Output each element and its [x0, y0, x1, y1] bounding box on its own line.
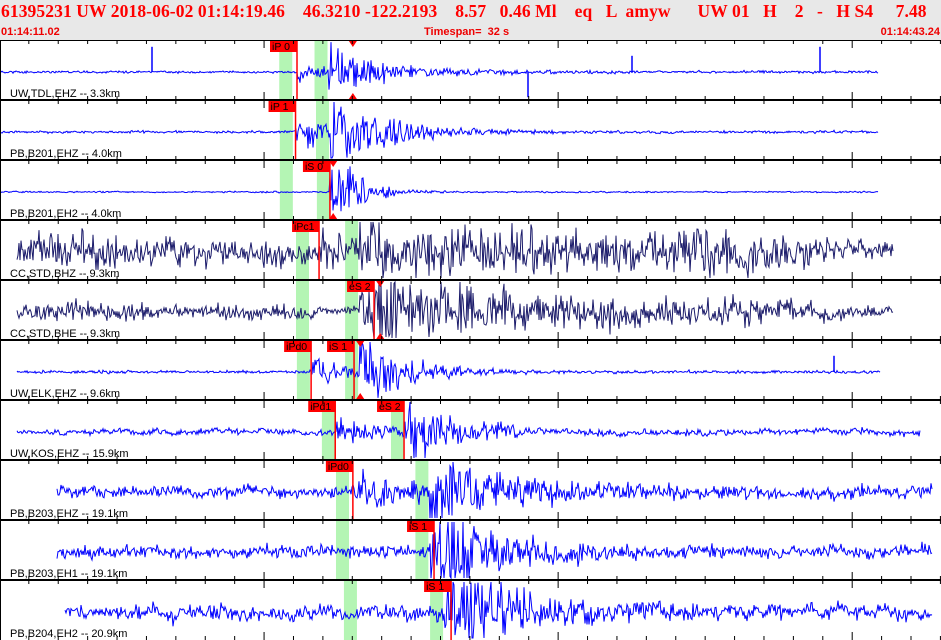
- pick-label: iPd0: [328, 461, 349, 473]
- channel-label: PB,B201,EHZ -- 4.0km: [10, 148, 122, 160]
- channel-label: CC,STD,BHZ -- 9.3km: [10, 268, 119, 280]
- timespan-readout: Timespan= 32 s: [424, 26, 510, 38]
- channel-label: PB,B204,EH2 -- 20.9km: [10, 628, 127, 640]
- phase-window: [343, 581, 357, 640]
- pick-label: iS 0: [305, 161, 323, 173]
- end-time: 01:14:43.24: [880, 26, 940, 38]
- channel-label: PB,B201,EH2 -- 4.0km: [10, 208, 121, 220]
- waveform-trace: [64, 581, 933, 639]
- event-header: 61395231 UW 2018-06-02 01:14:19.46 46.32…: [0, 0, 941, 40]
- pick-label: iPd0: [286, 341, 307, 353]
- waveform-trace: [16, 341, 881, 398]
- waveform-trace: [16, 221, 894, 279]
- channel-row[interactable]: eS 2CC,STD,BHE -- 9.3km: [0, 279, 941, 340]
- pick-label: iS 1: [426, 581, 444, 593]
- phase-window: [279, 161, 293, 220]
- waveform-trace: [0, 101, 879, 159]
- channel-row[interactable]: iPd0 PB,B203,EHZ -- 19.1km: [0, 459, 941, 520]
- channel-row[interactable]: iS 1 PB,B204,EH2 -- 20.9km: [0, 579, 941, 640]
- channel-row[interactable]: iS 1 PB,B203,EH1 -- 19.1km: [0, 519, 941, 580]
- pick-label: iP 1: [271, 101, 289, 113]
- channel-row[interactable]: iPc1 CC,STD,BHZ -- 9.3km: [0, 219, 941, 280]
- theoretical-arrival-up-marker-icon: [348, 93, 357, 99]
- waveform-trace: [0, 166, 879, 212]
- pick-label: iP 0: [272, 41, 290, 53]
- channel-label: UW,TDL,EHZ -- 3.3km: [10, 88, 120, 100]
- phase-window: [296, 281, 310, 340]
- waveform-trace: [56, 521, 933, 580]
- channel-row[interactable]: iPd0 iS 1 UW,ELK,EHZ -- 9.6km: [0, 339, 941, 400]
- channel-row[interactable]: iP 1 PB,B201,EHZ -- 4.0km: [0, 99, 941, 160]
- channel-label: CC,STD,BHE -- 9.3km: [10, 328, 120, 340]
- pick-label: iS 1: [329, 341, 347, 353]
- pick-label: iPc1: [294, 221, 315, 233]
- waveform-trace: [16, 401, 921, 459]
- pick-label: eS 2: [379, 401, 401, 413]
- theoretical-arrival-down-marker-icon: [376, 281, 385, 287]
- channel-label: UW,KOS,EHZ -- 15.9km: [10, 448, 129, 460]
- waveform-trace: [56, 461, 933, 519]
- waveform-trace: [0, 42, 879, 90]
- channel-row[interactable]: iS 0 PB,B201,EH2 -- 4.0km: [0, 159, 941, 220]
- channel-row[interactable]: iP 0 UW,TDL,EHZ -- 3.3km: [0, 40, 941, 100]
- channel-label: PB,B203,EHZ -- 19.1km: [10, 508, 128, 520]
- theoretical-arrival-up-marker-icon: [376, 333, 385, 339]
- channel-label: PB,B203,EH1 -- 19.1km: [10, 568, 127, 580]
- waveform-trace: [16, 280, 894, 339]
- event-summary-title: 61395231 UW 2018-06-02 01:14:19.46 46.32…: [1, 1, 941, 21]
- theoretical-arrival-down-marker-icon: [348, 41, 357, 47]
- channel-row[interactable]: iPd1 eS 2 UW,KOS,EHZ -- 15.9km: [0, 399, 941, 460]
- channel-label: UW,ELK,EHZ -- 9.6km: [10, 388, 120, 400]
- seismogram-panel[interactable]: iP 0 UW,TDL,EHZ -- 3.3km iP 1 PB,B201,EHZ -…: [0, 40, 941, 640]
- pick-label: iPd1: [310, 401, 331, 413]
- start-time: 01:14:11.02: [1, 26, 60, 38]
- pick-label: iS 1: [409, 521, 427, 533]
